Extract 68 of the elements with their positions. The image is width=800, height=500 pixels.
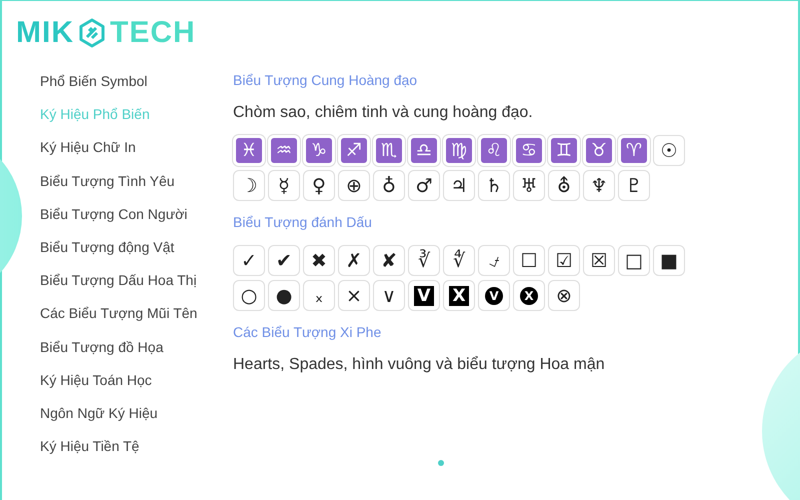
symbol-button[interactable]: × (338, 280, 370, 311)
symbol-button[interactable]: X (513, 280, 545, 311)
symbol-button[interactable]: ♆ (583, 170, 615, 201)
zodiac-symbol-button[interactable]: ♈ (618, 135, 650, 166)
symbol-button[interactable]: ♀ (303, 170, 335, 201)
symbol-button[interactable]: V (478, 280, 510, 311)
sidebar-item[interactable]: Ký Hiệu Tiền Tệ (40, 436, 233, 470)
symbol-button[interactable]: ∛ (408, 245, 440, 276)
symbol-button[interactable]: ♃ (443, 170, 475, 201)
carousel-dot[interactable] (438, 460, 444, 466)
sidebar-item[interactable]: Phổ Biến Symbol (40, 71, 233, 104)
symbol-button[interactable]: ♄ (478, 170, 510, 201)
symbol-button[interactable]: ✓ (233, 245, 265, 276)
zodiac-symbol-button[interactable]: ♌ (478, 135, 510, 166)
symbol-button[interactable]: ● (268, 280, 300, 311)
symbol-button[interactable]: ∨ (373, 280, 405, 311)
sidebar-item[interactable]: Ngôn Ngữ Ký Hiệu (40, 402, 233, 436)
symbol-button[interactable]: ☿ (268, 170, 300, 201)
sidebar-item[interactable]: Biểu Tượng động Vật (40, 236, 233, 270)
sidebar-item[interactable]: Các Biểu Tượng Mũi Tên (40, 303, 233, 336)
symbol-button[interactable]: ♅ (513, 170, 545, 201)
sidebar-item[interactable]: Biểu Tượng đồ Họa (40, 336, 233, 370)
zodiac-symbol-button[interactable]: ♉ (583, 135, 615, 166)
symbol-button[interactable]: ✗ (338, 245, 370, 276)
zodiac-symbol-button[interactable]: ♎ (408, 135, 440, 166)
symbol-button[interactable]: ₓ (303, 280, 335, 311)
sidebar-item[interactable]: Biểu Tượng Tình Yêu (40, 170, 233, 204)
section-title: Các Biểu Tượng Xi Phe (233, 323, 382, 341)
symbol-button[interactable]: X (443, 280, 475, 311)
symbol-button[interactable]: ☒ (583, 245, 615, 276)
zodiac-symbol-button[interactable]: ♓ (233, 135, 265, 166)
symbol-button[interactable]: ✘ (373, 245, 405, 276)
symbol-button[interactable]: ✔ (268, 245, 300, 276)
zodiac-symbol-button[interactable]: ♒ (268, 135, 300, 166)
symbol-button[interactable]: ○ (233, 280, 265, 311)
zodiac-symbol-button[interactable]: ♑ (303, 135, 335, 166)
symbol-button[interactable]: ♁ (373, 170, 405, 201)
zodiac-symbol-button[interactable]: ♊ (548, 135, 580, 166)
symbol-button[interactable]: ⛢ (548, 170, 580, 201)
symbol-button[interactable]: ☐ (513, 245, 545, 276)
logo-text: TECH (110, 15, 196, 51)
symbol-button[interactable]: ♇ (618, 170, 650, 201)
symbol-button[interactable]: ♂ (408, 170, 440, 201)
symbol-button[interactable]: ∜ (443, 245, 475, 276)
hexagon-logo-icon (77, 18, 107, 48)
symbol-button[interactable]: □ (618, 245, 650, 276)
symbol-button[interactable]: V (408, 280, 440, 311)
zodiac-symbol-button[interactable]: ♐ (338, 135, 370, 166)
section-title: Biểu Tượng Cung Hoàng đạo (233, 71, 418, 89)
symbol-button[interactable]: ✖ (303, 245, 335, 276)
symbol-button[interactable]: ⊗ (548, 280, 580, 311)
symbol-button[interactable]: ☽ (233, 170, 265, 201)
symbol-button[interactable]: ☉ (653, 135, 685, 166)
section-description: Chòm sao, chiêm tinh và cung hoàng đạo. (233, 103, 534, 123)
symbol-button[interactable]: ⍻ (478, 245, 510, 276)
zodiac-symbol-button[interactable]: ♋ (513, 135, 545, 166)
symbol-button[interactable]: ⊕ (338, 170, 370, 201)
section-title: Biểu Tượng đánh Dấu (233, 213, 373, 231)
logo-text: MIK (16, 15, 74, 51)
symbol-button[interactable]: ■ (653, 245, 685, 276)
sidebar-item[interactable]: Biểu Tượng Dấu Hoa Thị (40, 270, 233, 304)
zodiac-symbol-button[interactable]: ♍ (443, 135, 475, 166)
sidebar-item[interactable]: Biểu Tượng Con Người (40, 204, 233, 237)
symbol-button[interactable]: ☑ (548, 245, 580, 276)
zodiac-symbol-button[interactable]: ♏ (373, 135, 405, 166)
section-description: Hearts, Spades, hình vuông và biểu tượng Hoa mận (233, 355, 606, 375)
sidebar-item[interactable]: Ký Hiệu Toán Học (40, 370, 233, 403)
sidebar-item[interactable]: Ký Hiệu Chữ In (40, 137, 233, 171)
